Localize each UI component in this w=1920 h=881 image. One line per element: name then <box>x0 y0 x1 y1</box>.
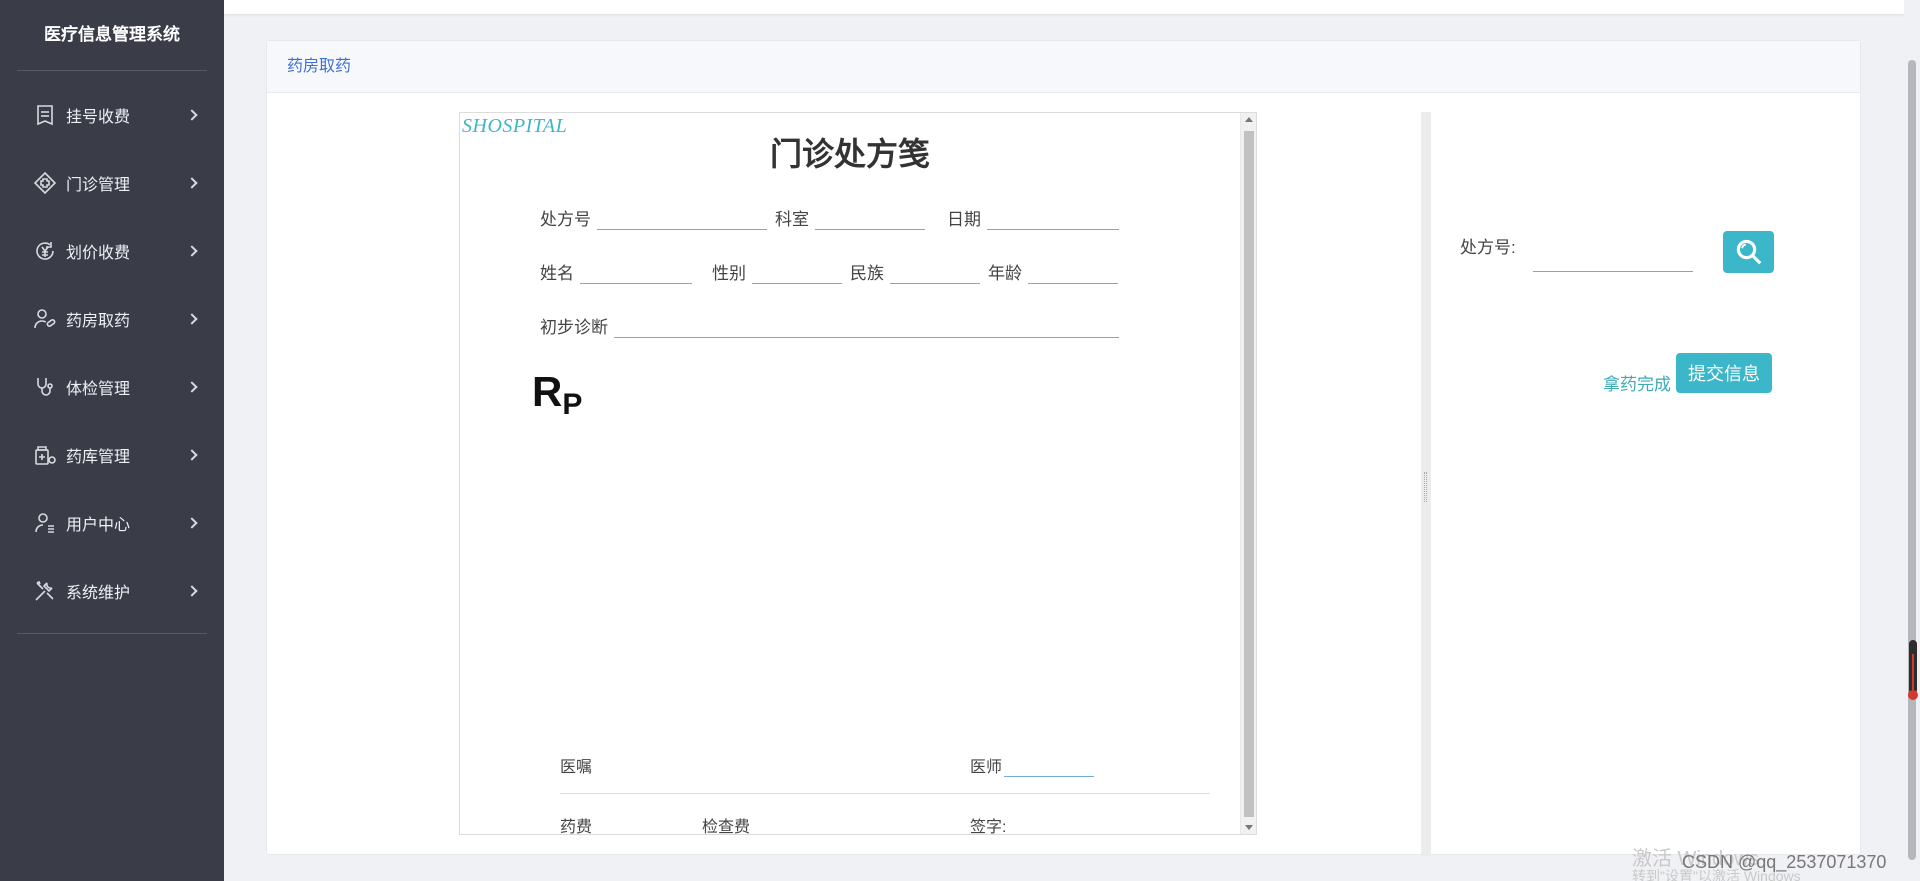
scroll-up-arrow-icon[interactable] <box>1245 117 1253 122</box>
tools-icon <box>32 578 58 604</box>
drug-fee-label: 药费 <box>560 819 593 835</box>
chevron-right-icon <box>186 381 198 393</box>
chevron-right-icon <box>186 313 198 325</box>
gender-line <box>752 262 842 284</box>
doctor-row: 医师 <box>970 753 1102 777</box>
sidebar-item-register-fee[interactable]: 挂号收费 <box>0 81 224 149</box>
pharmacy-pickup-icon <box>32 306 58 332</box>
scrollbar-thumb[interactable] <box>1244 131 1254 817</box>
sidebar-item-label: 系统维护 <box>66 585 131 602</box>
outpatient-icon <box>32 170 58 196</box>
page-scrollbar[interactable] <box>1904 0 1920 881</box>
doctor-label: 医师 <box>970 759 1003 776</box>
advice-label: 医嘱 <box>560 759 593 776</box>
rp-symbol: RP <box>532 368 582 421</box>
sidebar-item-label: 挂号收费 <box>66 109 131 126</box>
chevron-right-icon <box>186 109 198 121</box>
page-scrollbar-thumb[interactable] <box>1908 60 1916 860</box>
pane-splitter[interactable] <box>1421 112 1431 856</box>
sidebar-item-pricing-fee[interactable]: 划价收费 <box>0 217 224 285</box>
pickup-done-link[interactable]: 拿药完成 <box>1603 370 1671 395</box>
sidebar-menu: 挂号收费 门诊管理 划价收费 药房取药 体检管理 药库管理 用户中心 系统维护 <box>0 71 224 625</box>
sidebar-divider <box>17 633 207 634</box>
submit-info-button[interactable]: 提交信息 <box>1676 353 1772 393</box>
name-label: 姓名 <box>540 264 574 283</box>
sidebar-item-label: 划价收费 <box>66 245 131 262</box>
chevron-right-icon <box>186 517 198 529</box>
prescription-scrollbar[interactable] <box>1240 113 1256 834</box>
rx-no-line <box>597 208 767 230</box>
rx-no-search-input[interactable] <box>1533 238 1693 272</box>
exam-fee-label: 检查费 <box>702 819 751 835</box>
thermometer-icon <box>1908 640 1918 700</box>
pricing-fee-icon <box>32 238 58 264</box>
sidebar-item-system-maintenance[interactable]: 系统维护 <box>0 557 224 625</box>
main-panel: 药房取药 SHOSPITAL 门诊处方笺 处方号 科室 日期 姓名 性别 民族 … <box>266 40 1861 856</box>
search-button[interactable] <box>1723 231 1774 273</box>
panel-header: 药房取药 <box>267 41 1860 93</box>
chevron-right-icon <box>186 177 198 189</box>
thermometer-bulb <box>1908 690 1918 700</box>
stethoscope-icon <box>32 374 58 400</box>
csdn-watermark: CSDN @qq_2537071370 <box>1682 852 1887 872</box>
date-line <box>987 208 1119 230</box>
department-label: 科室 <box>775 210 809 229</box>
rx-no-search-label: 处方号: <box>1460 238 1516 257</box>
top-bar <box>224 0 1904 14</box>
ethnicity-line <box>890 262 980 284</box>
sidebar-item-label: 用户中心 <box>66 517 131 534</box>
chevron-right-icon <box>186 245 198 257</box>
sidebar-item-physical-exam[interactable]: 体检管理 <box>0 353 224 421</box>
sidebar-item-user-center[interactable]: 用户中心 <box>0 489 224 557</box>
sidebar-item-drug-storage[interactable]: 药库管理 <box>0 421 224 489</box>
sidebar-item-label: 体检管理 <box>66 381 131 398</box>
user-icon <box>32 510 58 536</box>
footer-divider <box>560 793 1210 794</box>
sidebar-item-label: 门诊管理 <box>66 177 131 194</box>
gender-label: 性别 <box>712 264 746 283</box>
prescription-title: 门诊处方笺 <box>769 136 930 172</box>
search-icon <box>1736 239 1761 265</box>
age-label: 年龄 <box>988 264 1022 283</box>
rp-main: R <box>532 368 563 415</box>
sidebar-item-outpatient[interactable]: 门诊管理 <box>0 149 224 217</box>
rx-row-1: 处方号 科室 日期 <box>540 205 1127 230</box>
age-line <box>1028 262 1118 284</box>
department-line <box>815 208 925 230</box>
splitter-grip[interactable] <box>1424 472 1427 502</box>
diagnosis-line <box>614 316 1119 338</box>
rp-sub: P <box>562 388 583 421</box>
rx-row-2: 姓名 性别 民族 年龄 <box>540 259 1126 284</box>
sidebar-item-pharmacy-pickup[interactable]: 药房取药 <box>0 285 224 353</box>
date-label: 日期 <box>947 210 981 229</box>
rx-row-3: 初步诊断 <box>540 313 1127 338</box>
rx-no-label: 处方号 <box>540 210 591 229</box>
chevron-right-icon <box>186 449 198 461</box>
prescription-frame[interactable]: SHOSPITAL 门诊处方笺 处方号 科室 日期 姓名 性别 民族 年龄 初步… <box>459 112 1257 835</box>
ethnicity-label: 民族 <box>850 264 884 283</box>
diagnosis-label: 初步诊断 <box>540 318 608 337</box>
app-title: 医疗信息管理系统 <box>44 25 180 44</box>
panel-title: 药房取药 <box>287 58 352 75</box>
register-fee-icon <box>32 102 58 128</box>
drug-storage-icon <box>32 442 58 468</box>
chevron-right-icon <box>186 585 198 597</box>
name-line <box>580 262 692 284</box>
scroll-down-arrow-icon[interactable] <box>1245 825 1253 830</box>
sidebar: 医疗信息管理系统 挂号收费 门诊管理 划价收费 药房取药 体检管理 药库管理 用… <box>0 0 224 881</box>
sidebar-item-label: 药库管理 <box>66 449 131 466</box>
sidebar-item-label: 药房取药 <box>66 313 131 330</box>
doctor-line <box>1004 755 1095 777</box>
signature-label: 签字: <box>970 819 1007 835</box>
thermometer-fill <box>1912 654 1914 690</box>
